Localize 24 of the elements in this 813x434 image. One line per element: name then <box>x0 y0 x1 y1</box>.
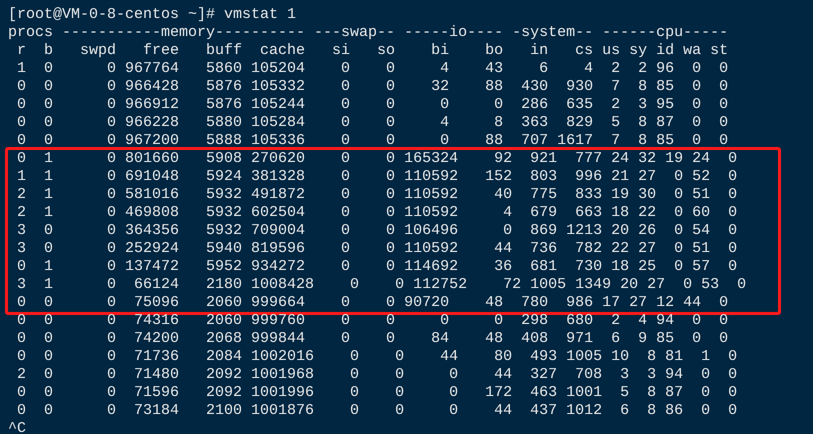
output-line: 3 1 0 66124 2180 1008428 0 0 112752 72 1005 1349 20 27 0 53 0 <box>16 276 746 294</box>
output-line: 0 1 0 801660 5908 270620 0 0 165324 92 921 777 24 32 19 24 0 <box>16 150 738 168</box>
column-header-line: procs -----------memory---------- ---swap-- -----io---- -system-- ------cpu----- <box>8 24 728 42</box>
output-line: 0 0 0 75096 2060 999664 0 0 90720 48 780 986 17 27 12 44 0 <box>16 294 728 312</box>
interrupt-line: ^C <box>8 420 26 434</box>
column-header-line: r b swpd free buff cache si so bi bo in cs us sy id wa st <box>16 42 728 60</box>
output-line: 0 0 0 966428 5876 105332 0 0 32 88 430 930 7 8 85 0 0 <box>16 78 728 96</box>
output-line: 0 0 0 966912 5876 105244 0 0 0 0 286 635 2 3 95 0 0 <box>16 96 728 114</box>
output-line: 0 0 0 966228 5880 105284 0 0 4 8 363 829 5 8 87 0 0 <box>16 114 728 132</box>
output-line: 3 0 0 252924 5940 819596 0 0 110592 44 736 782 22 27 0 51 0 <box>16 240 738 258</box>
output-line: 1 1 0 691048 5924 381328 0 0 110592 152 803 996 21 27 0 52 0 <box>16 168 738 186</box>
output-line: 1 0 0 967764 5860 105204 0 0 4 43 6 4 2 2 96 0 0 <box>16 60 728 78</box>
output-line: 0 0 0 74316 2060 999760 0 0 0 0 298 680 2 4 94 0 0 <box>16 312 728 330</box>
output-line: 0 1 0 137472 5952 934272 0 0 114692 36 681 730 18 25 0 57 0 <box>16 258 738 276</box>
output-line: 0 0 0 73184 2100 1001876 0 0 0 44 437 1012 6 8 86 0 0 <box>16 402 738 420</box>
output-line: 2 0 0 71480 2092 1001968 0 0 0 44 327 708 3 3 94 0 0 <box>16 366 738 384</box>
output-line: 0 0 0 71596 2092 1001996 0 0 0 172 463 1001 5 8 87 0 0 <box>16 384 738 402</box>
output-line: 0 0 0 71736 2084 1002016 0 0 44 80 493 1005 10 8 81 1 0 <box>16 348 738 366</box>
output-line: 2 1 0 469808 5932 602504 0 0 110592 4 679 663 18 22 0 60 0 <box>16 204 738 222</box>
output-line: 2 1 0 581016 5932 491872 0 0 110592 40 775 833 19 30 0 51 0 <box>16 186 738 204</box>
output-line: 3 0 0 364356 5932 709004 0 0 106496 0 869 1213 20 26 0 54 0 <box>16 222 738 240</box>
command-prompt: [root@VM-0-8-centos ~]# vmstat 1 <box>8 6 296 24</box>
output-line: 0 0 0 74200 2068 999844 0 0 84 48 408 971 6 9 85 0 0 <box>16 330 728 348</box>
output-line: 0 0 0 967200 5888 105336 0 0 0 88 707 1617 7 8 85 0 0 <box>16 132 728 150</box>
